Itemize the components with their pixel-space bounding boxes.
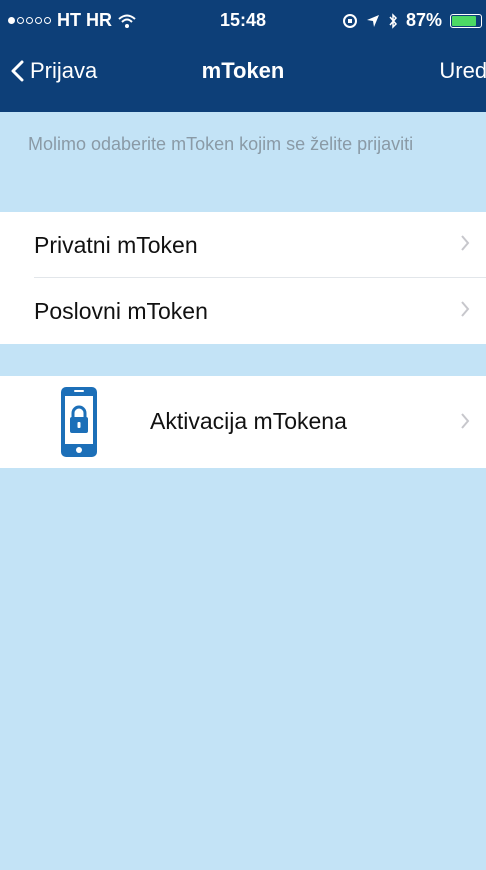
page-title: mToken xyxy=(201,58,285,83)
location-icon xyxy=(366,14,379,27)
chevron-right-icon xyxy=(461,235,470,251)
instruction-text: Molimo odaberite mToken kojim se želite … xyxy=(28,134,414,154)
activation-label: Aktivacija mTokena xyxy=(150,408,347,434)
battery-percent: 87% xyxy=(405,10,442,30)
navigation-bar: Prijava mToken Uredi xyxy=(0,40,486,112)
token-list: Privatni mToken Poslovni mToken xyxy=(0,212,486,344)
phone-lock-icon xyxy=(61,387,97,457)
bluetooth-icon xyxy=(389,12,397,29)
battery-level xyxy=(452,15,477,26)
edit-button[interactable]: Uredi xyxy=(439,58,486,84)
status-right: 87% xyxy=(342,10,482,31)
activation-row[interactable]: Aktivacija mTokena xyxy=(0,376,486,468)
chevron-right-icon xyxy=(461,413,470,429)
chevron-right-icon xyxy=(461,301,470,317)
activation-list: Aktivacija mTokena xyxy=(0,376,486,468)
status-bar: HT HR 15:48 87% xyxy=(0,0,486,40)
token-row-private[interactable]: Privatni mToken xyxy=(0,212,486,278)
token-label: Poslovni mToken xyxy=(34,298,208,324)
token-label: Privatni mToken xyxy=(34,232,198,258)
token-row-business[interactable]: Poslovni mToken xyxy=(0,278,486,344)
battery-icon xyxy=(450,13,482,28)
rotation-lock-icon xyxy=(342,13,357,28)
